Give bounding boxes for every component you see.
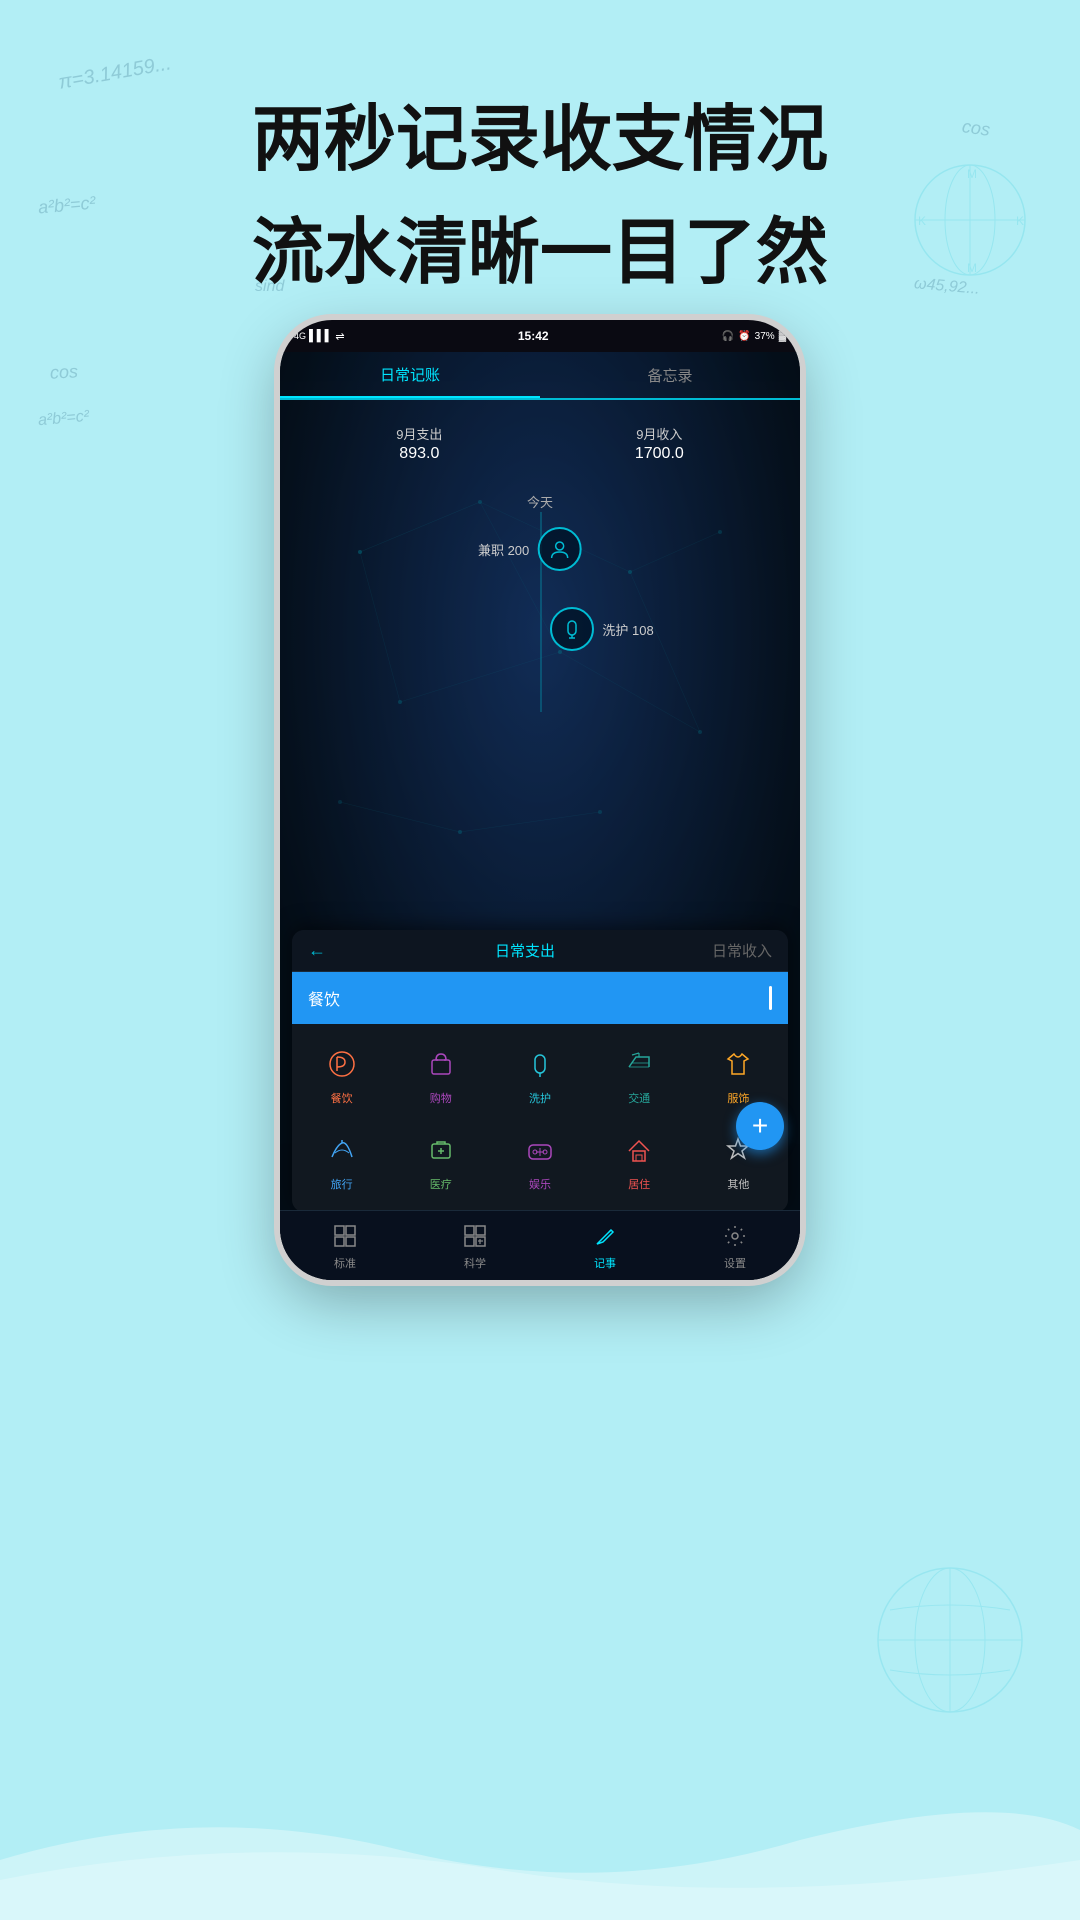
right-status-icons: 🎧 ⏰ 37% ▓ [722, 331, 786, 342]
deco-globe-bottom [870, 1560, 1030, 1720]
nav-science-label: 科学 [464, 1255, 486, 1271]
standard-icon [330, 1221, 360, 1251]
headphone-icon: 🎧 [722, 331, 734, 342]
income-title: 9月收入 [635, 424, 684, 443]
nav-settings[interactable]: 设置 [720, 1221, 750, 1271]
cat-dining[interactable]: 餐饮 [292, 1032, 391, 1118]
network-type: 4G [294, 331, 306, 341]
science-icon [460, 1221, 490, 1251]
nav-standard[interactable]: 标准 [330, 1221, 360, 1271]
salary-label: 兼职 200 [478, 540, 529, 559]
entertainment-label: 娱乐 [529, 1176, 551, 1192]
cat-entertainment[interactable]: 娱乐 [490, 1118, 589, 1204]
wave-bottom [0, 1780, 1080, 1920]
back-button[interactable]: ← [308, 940, 326, 961]
medical-label: 医疗 [430, 1176, 452, 1192]
shopping-label: 购物 [430, 1090, 452, 1106]
medical-icon [421, 1130, 461, 1170]
hygiene-icon [550, 607, 594, 651]
tab-bar: 日常记账 备忘录 [280, 352, 800, 400]
cat-travel[interactable]: 旅行 [292, 1118, 391, 1204]
notes-icon [590, 1221, 620, 1251]
entertainment-icon [520, 1130, 560, 1170]
shopping-icon [421, 1044, 461, 1084]
selected-category-name: 餐饮 [308, 986, 340, 1010]
headline: 两秒记录收支情况 流水清晰一目了然 [0, 80, 1080, 298]
bg-math-6: cos [49, 361, 78, 383]
cat-transport[interactable]: 交通 [590, 1032, 689, 1118]
selected-category-bar: 餐饮 [292, 972, 788, 1024]
other-label: 其他 [727, 1176, 749, 1192]
category-grid: 餐饮 购物 洗护 交通 [292, 1024, 788, 1212]
clothing-icon [718, 1044, 758, 1084]
dining-icon [322, 1044, 362, 1084]
bottom-nav: 标准 科学 记事 设置 [280, 1210, 800, 1280]
dining-label: 餐饮 [331, 1090, 353, 1106]
phone-screen: 日常记账 备忘录 9月支出 893.0 9月收入 1700.0 今天 兼职 20… [280, 352, 800, 1280]
wifi-icon: ⇌ [335, 330, 344, 343]
category-indicator [769, 986, 772, 1010]
tab-daily-accounting[interactable]: 日常记账 [280, 352, 540, 398]
alarm-icon: ⏰ [738, 331, 750, 342]
housing-label: 居住 [628, 1176, 650, 1192]
income-tab-label[interactable]: 日常收入 [712, 940, 772, 961]
cat-housing[interactable]: 居住 [590, 1118, 689, 1204]
hygiene2-label: 洗护 [529, 1090, 551, 1106]
transport-icon [619, 1044, 659, 1084]
travel-label: 旅行 [331, 1176, 353, 1192]
expense-title: 9月支出 [396, 424, 442, 443]
category-panel: ← 日常支出 日常收入 餐饮 餐饮 [292, 930, 788, 1212]
expense-stat: 9月支出 893.0 [396, 424, 442, 463]
settings-icon [720, 1221, 750, 1251]
clothing-label: 服饰 [727, 1090, 749, 1106]
nav-notes[interactable]: 记事 [590, 1221, 620, 1271]
timeline-item-salary: 兼职 200 [478, 527, 581, 571]
battery-icon: ▓ [779, 331, 786, 342]
timeline-item-hygiene: 洗护 108 [550, 607, 653, 651]
time-display: 15:42 [518, 329, 549, 343]
phone-frame: 4G ▌▌▌ ⇌ 15:42 🎧 ⏰ 37% ▓ [280, 320, 800, 1280]
nav-notes-label: 记事 [594, 1255, 616, 1271]
nav-standard-label: 标准 [334, 1255, 356, 1271]
cat-shopping[interactable]: 购物 [391, 1032, 490, 1118]
transport-label: 交通 [628, 1090, 650, 1106]
salary-icon [537, 527, 581, 571]
expense-tab-label[interactable]: 日常支出 [338, 940, 712, 961]
cat-medical[interactable]: 医疗 [391, 1118, 490, 1204]
bg-math-7: a²b²=c² [37, 408, 89, 430]
signal-bars: ▌▌▌ [309, 330, 332, 342]
income-value: 1700.0 [635, 445, 684, 463]
today-label: 今天 [527, 492, 553, 511]
travel-icon [322, 1130, 362, 1170]
nav-science[interactable]: 科学 [460, 1221, 490, 1271]
headline-line1: 两秒记录收支情况 [0, 80, 1080, 185]
stats-row: 9月支出 893.0 9月收入 1700.0 [280, 412, 800, 475]
battery-pct: 37% [755, 331, 775, 342]
income-stat: 9月收入 1700.0 [635, 424, 684, 463]
headline-line2: 流水清晰一目了然 [0, 193, 1080, 298]
nav-settings-label: 设置 [724, 1255, 746, 1271]
status-bar: 4G ▌▌▌ ⇌ 15:42 🎧 ⏰ 37% ▓ [280, 320, 800, 352]
hygiene-label: 洗护 108 [602, 620, 653, 639]
fab-add-button[interactable]: + [736, 1102, 784, 1150]
category-panel-header: ← 日常支出 日常收入 [292, 930, 788, 972]
signal-icons: 4G ▌▌▌ ⇌ [294, 330, 345, 343]
tab-memo[interactable]: 备忘录 [540, 352, 800, 398]
expense-value: 893.0 [396, 445, 442, 463]
hygiene2-icon [520, 1044, 560, 1084]
housing-icon [619, 1130, 659, 1170]
cat-hygiene[interactable]: 洗护 [490, 1032, 589, 1118]
